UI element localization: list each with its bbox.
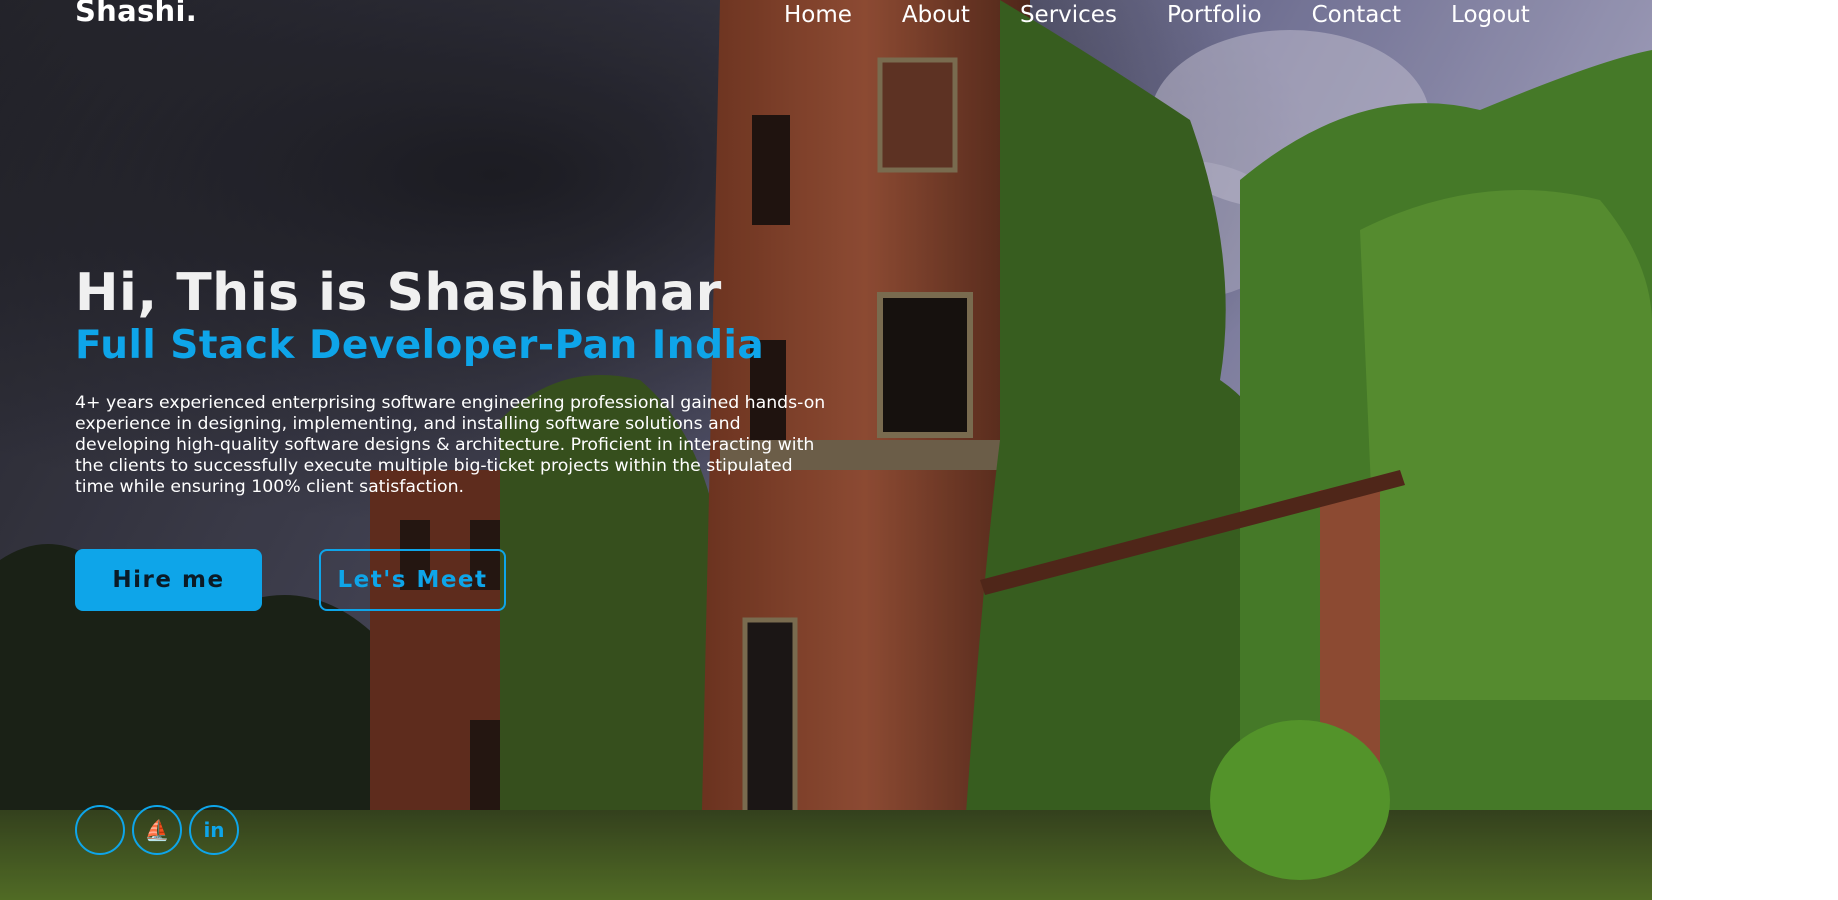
hire-me-button[interactable]: Hire me	[75, 549, 262, 611]
nav-portfolio[interactable]: Portfolio	[1142, 0, 1287, 30]
hero-section: Shashi. Home About Services Portfolio Co…	[0, 0, 1652, 900]
blank-circle-icon[interactable]	[75, 805, 125, 855]
nav-services[interactable]: Services	[995, 0, 1142, 30]
nav-about[interactable]: About	[877, 0, 995, 30]
brand-logo[interactable]: Shashi.	[75, 0, 197, 28]
nav-contact[interactable]: Contact	[1287, 0, 1426, 30]
hero-greeting: Hi, This is Shashidhar	[75, 263, 722, 323]
nav-logout[interactable]: Logout	[1426, 0, 1555, 30]
nav-home[interactable]: Home	[784, 0, 877, 30]
social-links: ⛵ in	[75, 805, 239, 855]
stack-overflow-icon[interactable]: ⛵	[132, 805, 182, 855]
hero-bio: 4+ years experienced enterprising softwa…	[75, 393, 826, 497]
hero-role: Full Stack Developer-Pan India	[75, 323, 765, 368]
linkedin-icon[interactable]: in	[189, 805, 239, 855]
main-nav: Home About Services Portfolio Contact Lo…	[784, 0, 1555, 30]
lets-meet-button[interactable]: Let's Meet	[319, 549, 506, 611]
